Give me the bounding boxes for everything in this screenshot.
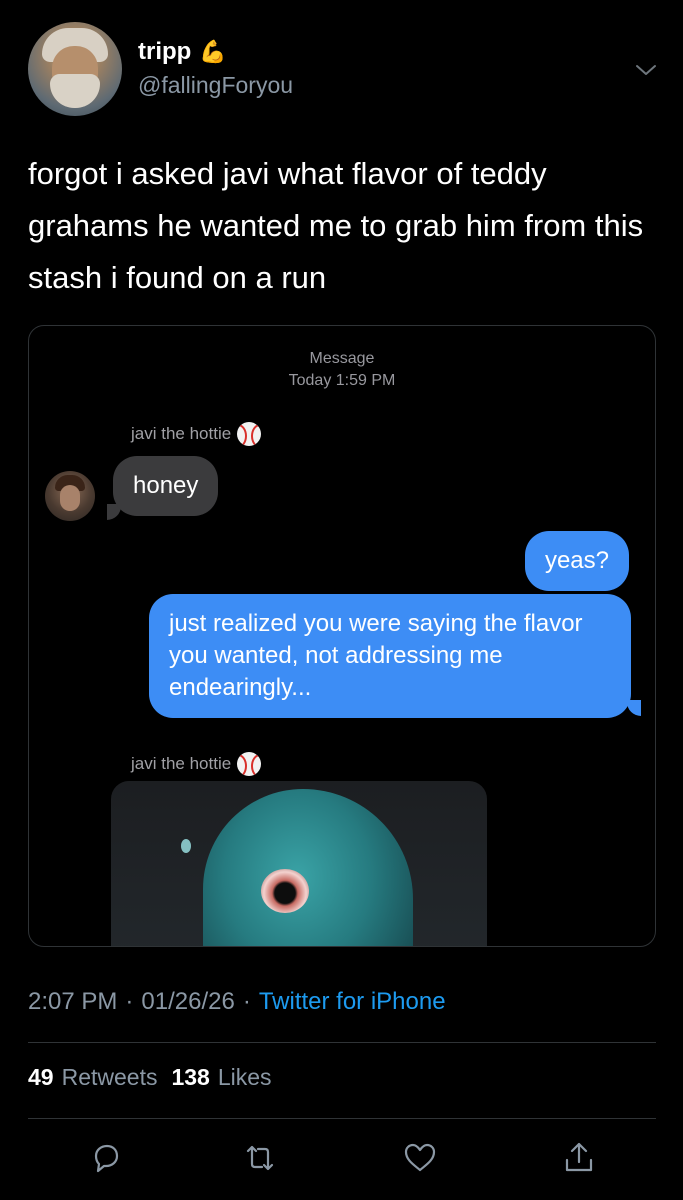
share-icon[interactable] bbox=[561, 1140, 597, 1176]
tweet-stats: 49 Retweets 138 Likes bbox=[28, 1064, 272, 1091]
tweet-time[interactable]: 2:07 PM bbox=[28, 988, 117, 1016]
sender-name: javi the hottie bbox=[131, 424, 232, 443]
tweet-source-link[interactable]: Twitter for iPhone bbox=[259, 988, 446, 1016]
meta-separator: · bbox=[242, 988, 251, 1015]
likes-label[interactable]: Likes bbox=[218, 1064, 272, 1091]
chevron-down-icon[interactable] bbox=[634, 58, 658, 82]
flexed-bicep-icon: 💪 bbox=[199, 39, 227, 64]
fish-character-image bbox=[203, 789, 413, 946]
divider bbox=[28, 1042, 656, 1043]
likes-count[interactable]: 138 bbox=[171, 1064, 209, 1091]
action-bar bbox=[0, 1134, 683, 1184]
tweet-header: tripp 💪 @fallingForyou bbox=[28, 22, 658, 118]
fish-eye bbox=[261, 869, 309, 913]
message-header-time: Today 1:59 PM bbox=[288, 372, 396, 389]
tweet-media-screenshot[interactable]: Message Today 1:59 PM javi the hottie ho… bbox=[28, 325, 656, 947]
sender-label: javi the hottie bbox=[131, 752, 262, 776]
name-row: tripp 💪 bbox=[138, 38, 227, 66]
tweet-meta: 2:07 PM · 01/26/26 · Twitter for iPhone bbox=[28, 988, 446, 1016]
sender-label: javi the hottie bbox=[131, 422, 262, 446]
image-message bbox=[111, 781, 487, 946]
user-display-name[interactable]: tripp bbox=[138, 38, 191, 66]
reply-icon[interactable] bbox=[88, 1140, 124, 1176]
user-avatar[interactable] bbox=[28, 22, 122, 116]
tweet-date[interactable]: 01/26/26 bbox=[141, 988, 234, 1016]
baseball-icon bbox=[237, 752, 262, 776]
outgoing-message-bubble: just realized you were saying the flavor… bbox=[149, 594, 631, 718]
meta-separator: · bbox=[125, 988, 134, 1015]
baseball-icon bbox=[237, 422, 262, 446]
user-handle[interactable]: @fallingForyou bbox=[138, 72, 293, 99]
contact-avatar bbox=[45, 471, 95, 521]
divider bbox=[28, 1118, 656, 1119]
retweets-label[interactable]: Retweets bbox=[62, 1064, 158, 1091]
retweets-count[interactable]: 49 bbox=[28, 1064, 54, 1091]
message-header: Message Today 1:59 PM bbox=[29, 348, 655, 392]
outgoing-message-bubble: yeas? bbox=[524, 531, 629, 591]
sender-name: javi the hottie bbox=[131, 754, 232, 773]
tweet-text: forgot i asked javi what flavor of teddy… bbox=[28, 156, 644, 295]
message-header-title: Message bbox=[309, 350, 375, 367]
like-icon[interactable] bbox=[402, 1140, 438, 1176]
retweet-icon[interactable] bbox=[242, 1140, 278, 1176]
incoming-message-bubble: honey bbox=[113, 456, 219, 516]
